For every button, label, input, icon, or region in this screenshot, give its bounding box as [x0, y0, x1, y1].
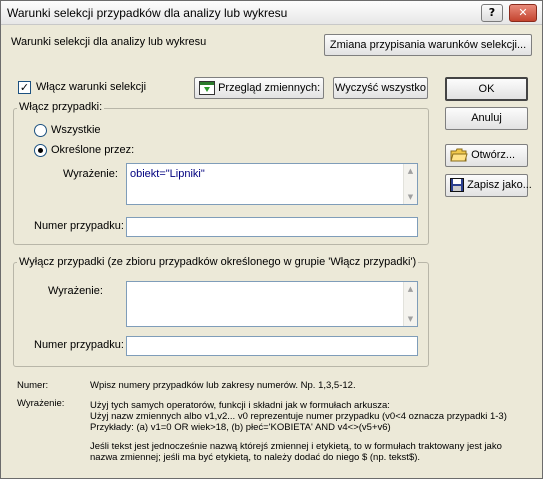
header-label: Warunki selekcji dla analizy lub wykresu: [11, 36, 207, 48]
help-line-5: nazwa zmiennej; jeśli ma być etykietą, t…: [90, 452, 421, 463]
include-casenum-label: Numer przypadku:: [34, 220, 124, 232]
scroll-down-icon[interactable]: ▼: [404, 312, 417, 326]
include-expression-value: obiekt="Lipniki": [130, 168, 205, 180]
include-expression-scrollbar[interactable]: ▲ ▼: [403, 164, 417, 204]
title-bar: Warunki selekcji przypadków dla analizy …: [1, 1, 542, 25]
floppy-disk-icon: [450, 178, 464, 193]
cancel-button[interactable]: Anuluj: [445, 107, 528, 130]
scroll-up-icon[interactable]: ▲: [404, 282, 417, 296]
include-group-title: Włącz przypadki:: [17, 101, 105, 113]
include-casenum-field[interactable]: [126, 217, 418, 237]
folder-open-icon: [450, 148, 468, 162]
help-line-4: Jeśli tekst jest jednocześnie nazwą któr…: [90, 441, 502, 452]
review-variables-button[interactable]: Przegląd zmiennych:: [194, 77, 324, 99]
scroll-down-icon[interactable]: ▼: [404, 190, 417, 204]
open-label: Otwórz...: [471, 149, 516, 161]
close-button[interactable]: ✕: [509, 4, 537, 22]
radio-specified-label: Określone przez:: [51, 144, 135, 156]
help-line-2: Użyj nazw zmiennych albo v1,v2... v0 rep…: [90, 411, 507, 422]
exclude-casenum-label: Numer przypadku:: [34, 339, 124, 351]
open-button[interactable]: Otwórz...: [445, 144, 528, 167]
help-button[interactable]: ?: [481, 4, 503, 22]
exclude-expression-scrollbar[interactable]: ▲ ▼: [403, 282, 417, 326]
radio-all-label: Wszystkie: [51, 124, 101, 136]
help-line-3: Przykłady: (a) v1=0 OR wiek>18, (b) płeć…: [90, 422, 391, 433]
help-line-1: Użyj tych samych operatorów, funkcji i s…: [90, 400, 390, 411]
save-as-label: Zapisz jako...: [467, 179, 532, 191]
help-expression-key: Wyrażenie:: [17, 398, 65, 409]
scroll-up-icon[interactable]: ▲: [404, 164, 417, 178]
clear-all-button[interactable]: Wyczyść wszystko: [333, 77, 428, 99]
include-expression-field[interactable]: obiekt="Lipniki" ▲ ▼: [126, 163, 418, 205]
exclude-expression-label: Wyrażenie:: [48, 285, 103, 297]
window-title: Warunki selekcji przypadków dla analizy …: [7, 6, 288, 20]
radio-all[interactable]: [34, 124, 47, 137]
radio-specified[interactable]: [34, 144, 47, 157]
exclude-group-title: Wyłącz przypadki (ze zbioru przypadków o…: [17, 256, 419, 268]
help-number-key: Numer:: [17, 380, 49, 391]
variables-icon: [199, 81, 215, 96]
enable-selection-checkbox[interactable]: ✓: [18, 81, 31, 94]
save-as-button[interactable]: Zapisz jako...: [445, 174, 532, 197]
exclude-expression-field[interactable]: ▲ ▼: [126, 281, 418, 327]
help-number-text: Wpisz numery przypadków lub zakresy nume…: [90, 380, 356, 391]
ok-button[interactable]: OK: [445, 77, 528, 101]
review-variables-label: Przegląd zmiennych:: [218, 82, 321, 94]
enable-selection-label: Włącz warunki selekcji: [36, 81, 147, 93]
exclude-casenum-field[interactable]: [126, 336, 418, 356]
include-expression-label: Wyrażenie:: [63, 168, 118, 180]
change-assignment-button[interactable]: Zmiana przypisania warunków selekcji...: [324, 34, 532, 56]
dialog-window: Warunki selekcji przypadków dla analizy …: [0, 0, 543, 479]
